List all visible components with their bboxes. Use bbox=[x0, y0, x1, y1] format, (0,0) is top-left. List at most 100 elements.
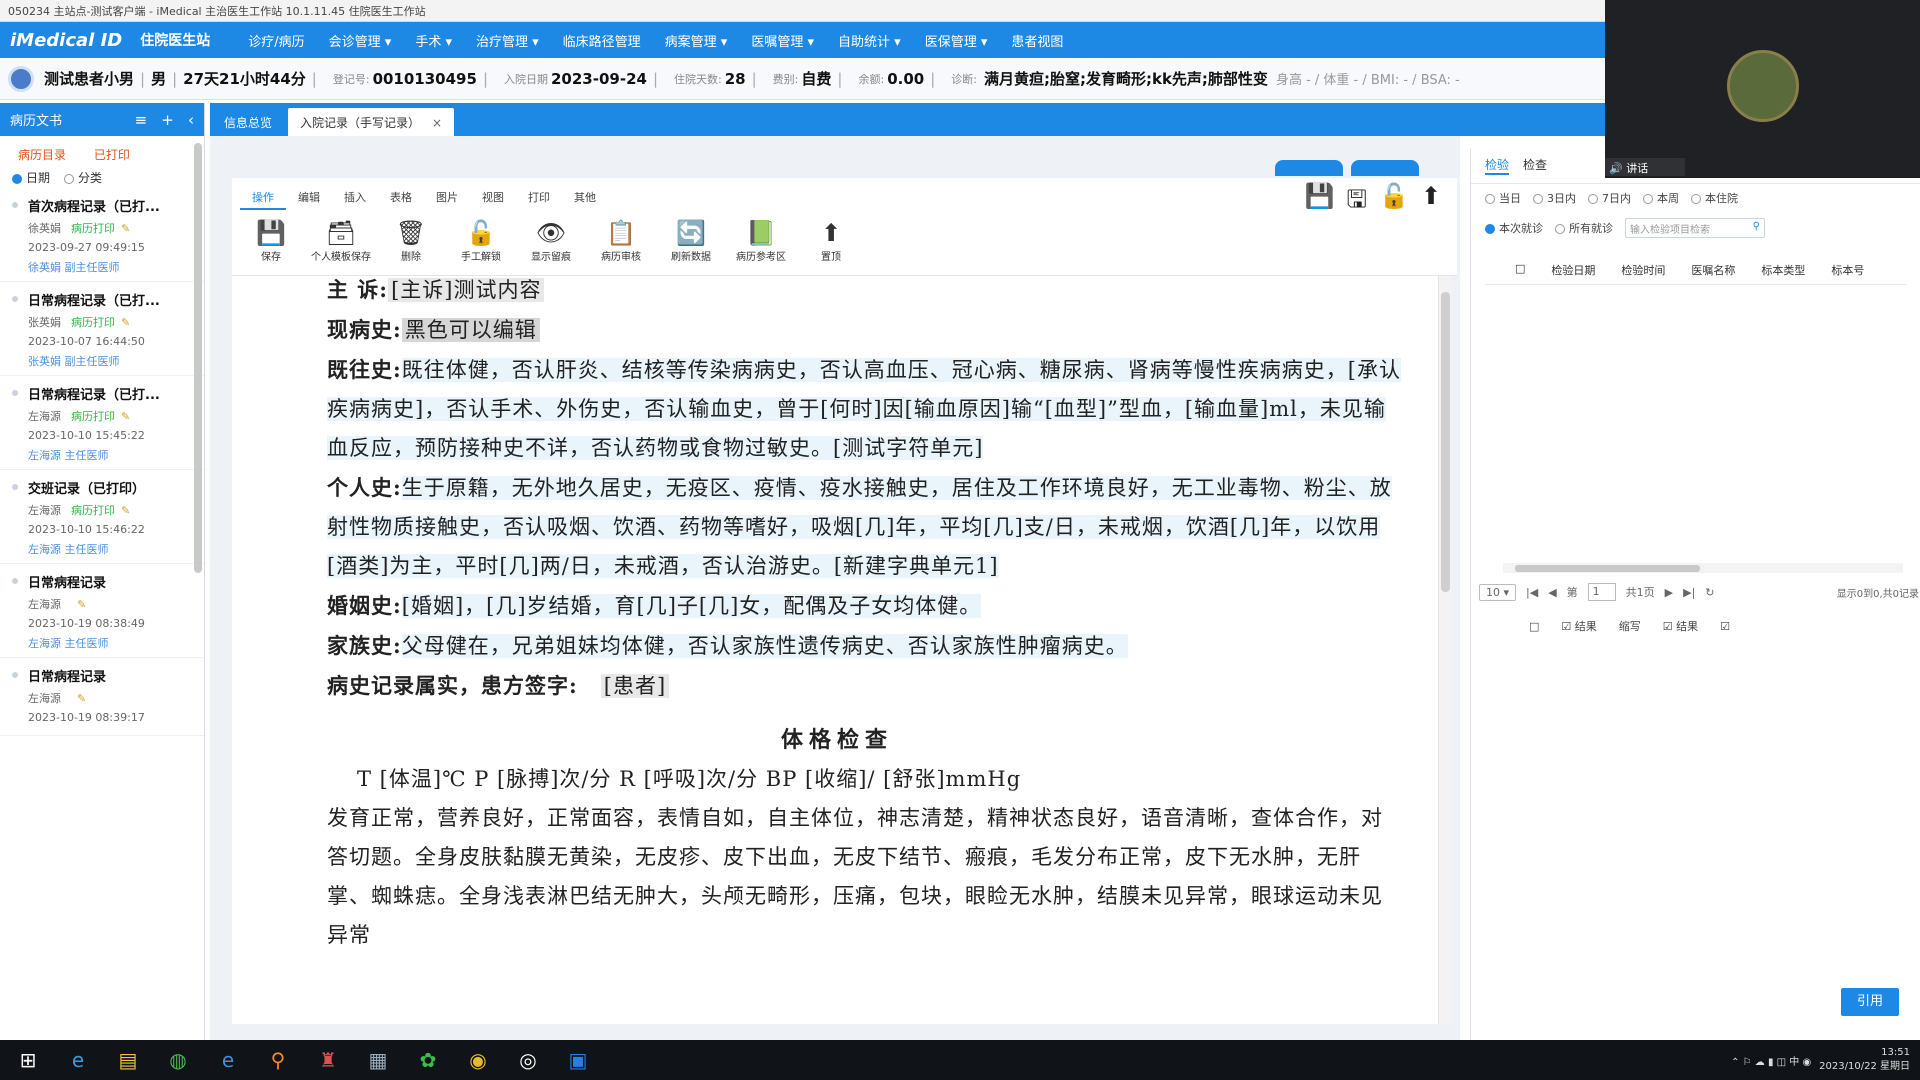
save-as-icon[interactable]: 🖫 bbox=[1347, 182, 1367, 223]
page-size-select[interactable]: 10 ▾ bbox=[1479, 583, 1517, 601]
record-list-scrollbar[interactable] bbox=[194, 143, 202, 573]
option-result-checkbox[interactable]: ☑ 结果 bbox=[1561, 618, 1596, 634]
explorer-icon[interactable]: ▤ bbox=[114, 1048, 142, 1072]
record-item[interactable]: 日常病程记录（已打... 左海源 病历打印 ✎ 2023-10-10 15:45:22 左… bbox=[0, 376, 204, 470]
show-trace-button[interactable]: 👁 显示留痕 bbox=[516, 218, 586, 263]
first-page-button[interactable]: |◀ bbox=[1526, 586, 1538, 599]
toolbar-tab-print[interactable]: 打印 bbox=[516, 186, 562, 210]
menu-item-surgery[interactable]: 手术 ▾ bbox=[415, 31, 452, 50]
menu-item-patient-view[interactable]: 患者视图 bbox=[1011, 31, 1063, 50]
radio-all-visits[interactable]: 所有就诊 bbox=[1555, 220, 1613, 236]
document-scroll-thumb[interactable] bbox=[1441, 292, 1450, 592]
app-doc-icon[interactable]: ▦ bbox=[364, 1048, 392, 1072]
present-illness[interactable]: 现病史: 黑色可以编辑 bbox=[232, 310, 1442, 350]
toolbar-tab-view[interactable]: 视图 bbox=[470, 186, 516, 210]
menu-item-clinical-path[interactable]: 临床路径管理 bbox=[563, 31, 641, 50]
refresh-data-button[interactable]: 🔄 刷新数据 bbox=[656, 218, 726, 263]
record-item[interactable]: 首次病程记录（已打... 徐英娟 病历打印 ✎ 2023-09-27 09:49:15 徐… bbox=[0, 188, 204, 282]
document-scrollbar[interactable] bbox=[1438, 276, 1452, 1024]
page-number-input[interactable]: 1 bbox=[1587, 583, 1616, 601]
radio-this-week[interactable]: 本周 bbox=[1643, 190, 1679, 206]
lab-search-input[interactable]: 输入检验项目检索 ⚲ bbox=[1625, 218, 1765, 238]
search-app-icon[interactable]: ⚲ bbox=[264, 1048, 292, 1072]
tab-admission-record[interactable]: 入院记录（手写记录） × bbox=[288, 108, 455, 136]
radio-3days[interactable]: 3日内 bbox=[1533, 190, 1576, 206]
save-icon[interactable]: 💾 bbox=[1305, 182, 1335, 223]
marital-history[interactable]: 婚姻史:[婚姻]，[几]岁结婚，育[几]子[几]女，配偶及子女均体健。 bbox=[232, 586, 1442, 626]
meeting-icon[interactable]: ◎ bbox=[514, 1048, 542, 1072]
refresh-icon[interactable]: ↻ bbox=[1705, 586, 1714, 599]
app-green-icon[interactable]: ◍ bbox=[164, 1048, 192, 1072]
column-lab-time[interactable]: 检验时间 bbox=[1621, 262, 1665, 278]
menu-item-orders[interactable]: 医嘱管理 ▾ bbox=[751, 31, 814, 50]
radio-by-category[interactable]: 分类 bbox=[64, 169, 102, 186]
toolbar-tab-edit[interactable]: 编辑 bbox=[286, 186, 332, 210]
radio-this-stay[interactable]: 本住院 bbox=[1691, 190, 1738, 206]
select-all-checkbox[interactable]: □ bbox=[1515, 262, 1525, 278]
patient-signature-field[interactable]: [患者] bbox=[600, 674, 670, 698]
toolbar-tab-image[interactable]: 图片 bbox=[424, 186, 470, 210]
prev-page-button[interactable]: ◀ bbox=[1548, 586, 1556, 599]
radio-today[interactable]: 当日 bbox=[1485, 190, 1521, 206]
reference-area-button[interactable]: 📗 病历参考区 bbox=[726, 218, 796, 263]
unlock-icon[interactable]: 🔓 bbox=[1379, 182, 1409, 223]
tab-record-catalog[interactable]: 病历目录 bbox=[18, 148, 66, 162]
manual-unlock-button[interactable]: 🔓 手工解锁 bbox=[446, 218, 516, 263]
option-checkbox[interactable]: □ bbox=[1529, 620, 1539, 633]
clock[interactable]: 13:51 2023/10/22 星期日 bbox=[1819, 1046, 1910, 1074]
menu-item-records[interactable]: 病案管理 ▾ bbox=[665, 31, 728, 50]
column-order-name[interactable]: 医嘱名称 bbox=[1691, 262, 1735, 278]
tab-exam[interactable]: 检查 bbox=[1523, 156, 1547, 175]
toolbar-tab-other[interactable]: 其他 bbox=[562, 186, 608, 210]
lab-table-hscroll[interactable] bbox=[1503, 563, 1903, 573]
last-page-button[interactable]: ▶| bbox=[1683, 586, 1695, 599]
record-review-button[interactable]: 📋 病历审核 bbox=[586, 218, 656, 263]
editor-top-button[interactable] bbox=[1351, 160, 1419, 176]
column-specimen-type[interactable]: 标本类型 bbox=[1761, 262, 1805, 278]
close-icon[interactable]: × bbox=[432, 116, 442, 130]
toolbar-tab-insert[interactable]: 插入 bbox=[332, 186, 378, 210]
tab-lab[interactable]: 检验 bbox=[1485, 156, 1510, 175]
record-item[interactable]: 日常病程记录（已打... 张英娟 病历打印 ✎ 2023-10-07 16:44:50 张… bbox=[0, 282, 204, 376]
next-page-button[interactable]: ▶ bbox=[1665, 586, 1673, 599]
past-history[interactable]: 既往史:既往体健，否认肝炎、结核等传染病病史，否认高血压、冠心病、糖尿病、肾病等… bbox=[232, 350, 1442, 468]
family-history[interactable]: 家族史:父母健在，兄弟姐妹均体健，否认家族性遗传病史、否认家族性肿瘤病史。 bbox=[232, 626, 1442, 666]
record-item[interactable]: 日常病程记录 左海源 ✎ 2023-10-19 08:38:49 左海源 主任医师 bbox=[0, 564, 204, 658]
list-icon[interactable]: ≡ bbox=[135, 111, 148, 129]
search-icon[interactable]: ⚲ bbox=[1753, 221, 1760, 232]
ie-icon[interactable]: e bbox=[214, 1048, 242, 1072]
menu-item-statistics[interactable]: 自助统计 ▾ bbox=[838, 31, 901, 50]
menu-item-consult[interactable]: 会诊管理 ▾ bbox=[329, 31, 392, 50]
toolbar-tab-table[interactable]: 表格 bbox=[378, 186, 424, 210]
radio-by-date[interactable]: 日期 bbox=[12, 169, 50, 186]
history-confirmation[interactable]: 病史记录属实，患方签字: [患者] bbox=[232, 666, 1442, 706]
record-item[interactable]: 交班记录（已打印） 左海源 病历打印 ✎ 2023-10-10 15:46:22 左海源 … bbox=[0, 470, 204, 564]
personal-history[interactable]: 个人史:生于原籍，无外地久居史，无疫区、疫情、疫水接触史，居住及工作环境良好，无… bbox=[232, 468, 1442, 586]
radio-current-visit[interactable]: 本次就诊 bbox=[1485, 220, 1543, 236]
column-specimen-no[interactable]: 标本号 bbox=[1831, 262, 1864, 278]
tab-printed[interactable]: 已打印 bbox=[94, 148, 130, 162]
menu-item-diagnosis[interactable]: 诊疗/病历 bbox=[248, 31, 304, 50]
option-abbrev[interactable]: 缩写 bbox=[1619, 618, 1641, 634]
menu-item-treatment[interactable]: 治疗管理 ▾ bbox=[476, 31, 539, 50]
column-lab-date[interactable]: 检验日期 bbox=[1551, 262, 1595, 278]
toolbar-tab-operate[interactable]: 操作 bbox=[240, 186, 286, 210]
save-button[interactable]: 💾 保存 bbox=[236, 218, 306, 263]
pin-top-button[interactable]: ⬆ 置顶 bbox=[796, 218, 866, 263]
edge-icon[interactable]: e bbox=[64, 1048, 92, 1072]
quote-button[interactable]: 引用 bbox=[1841, 988, 1899, 1016]
document-editor[interactable]: 主 诉: [主诉]测试内容 现病史: 黑色可以编辑 既往史:既往体健，否认肝炎、结核… bbox=[232, 276, 1442, 1024]
tab-info-overview[interactable]: 信息总览 bbox=[212, 108, 284, 136]
editor-top-button[interactable] bbox=[1275, 160, 1343, 176]
add-icon[interactable]: + bbox=[161, 111, 174, 129]
record-item[interactable]: 日常病程记录 左海源 ✎ 2023-10-19 08:39:17 bbox=[0, 658, 204, 736]
menu-item-insurance[interactable]: 医保管理 ▾ bbox=[925, 31, 988, 50]
start-icon[interactable]: ⊞ bbox=[14, 1048, 42, 1072]
upload-icon[interactable]: ⬆ bbox=[1421, 182, 1441, 223]
app-blue-icon[interactable]: ▣ bbox=[564, 1048, 592, 1072]
physical-exam[interactable]: 发育正常，营养良好，正常面容，表情自如，自主体位，神志清楚，精神状态良好，语音清… bbox=[232, 799, 1442, 955]
radio-7days[interactable]: 7日内 bbox=[1588, 190, 1631, 206]
save-personal-template-button[interactable]: 🗃 个人模板保存 bbox=[306, 218, 376, 263]
wechat-icon[interactable]: ✿ bbox=[414, 1048, 442, 1072]
option-result-checkbox-2[interactable]: ☑ 结果 bbox=[1663, 618, 1698, 634]
